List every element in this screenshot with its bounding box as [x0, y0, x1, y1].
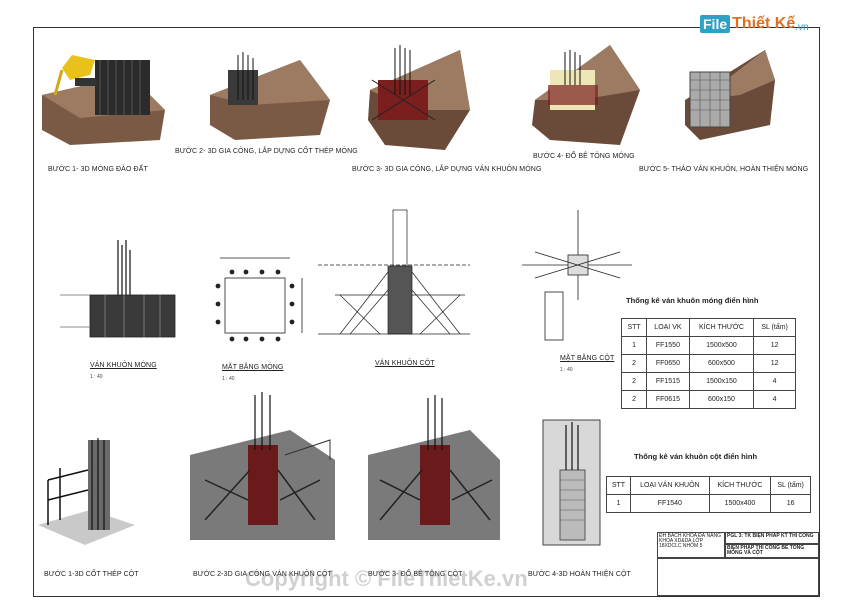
excavation-3d-illustration — [42, 55, 165, 145]
column-plan-caption: Mặt bằng cột — [560, 355, 615, 362]
title-block-drawing: BIỆN PHÁP THI CÔNG BÊ TÔNG MÓNG VÀ CỘT — [725, 544, 819, 558]
table-cell: 600x150 — [688, 390, 755, 409]
table-cell: 1 — [606, 494, 631, 513]
title-block-signatures — [657, 558, 819, 596]
table-cell: 600x500 — [688, 354, 755, 373]
table-cell: 2 — [620, 390, 648, 409]
footing-finish-3d-illustration — [685, 50, 775, 140]
table-cell: 12 — [753, 354, 796, 373]
column-step1-caption: Bước 1-3D cốt thép cột — [44, 571, 139, 578]
table-header-row: STT LOẠI VÁN KHUÔN KÍCH THƯỚC SL (tấm) — [606, 476, 811, 495]
table-cell: 1 — [620, 336, 648, 355]
column-formwork-caption: Ván khuôn cột — [375, 360, 435, 367]
footing-pour-3d-illustration — [532, 45, 640, 145]
column-table-title: Thống kê ván khuôn cột điển hình — [634, 452, 758, 461]
footing-plan-caption: Mặt bằng móng — [222, 364, 284, 371]
table-cell: 1500x500 — [688, 336, 755, 355]
table-cell: FF0650 — [646, 354, 690, 373]
footing-table-title: Thống kê ván khuôn móng điển hình — [626, 296, 759, 305]
table-row: 2 FF1515 1500x150 4 — [620, 372, 796, 391]
scale-label: 1 : 40 — [560, 367, 573, 373]
footing-rebar-3d-illustration — [210, 52, 330, 140]
column-step4-caption: Bước 4-3D hoàn thiện cột — [528, 571, 631, 578]
title-block-school: ĐH BÁCH KHOA ĐÀ NẴNG KHOA XD&DA LỚP 18XD… — [657, 532, 725, 558]
step2-caption: Bước 2- 3D gia công, lắp dựng cốt thép m… — [175, 148, 358, 155]
column-plan-drawing — [522, 210, 632, 341]
table-header-cell: LOẠI VK — [646, 318, 690, 337]
scale-label: 1 : 40 — [90, 374, 103, 380]
table-header-cell: STT — [606, 476, 631, 495]
scale-label: 1 : 40 — [222, 376, 235, 382]
step3-caption: Bước 3- 3D gia công, lắp dựng ván khuôn … — [352, 166, 542, 173]
footing-formwork-table: STT LOẠI VK KÍCH THƯỚC SL (tấm) 1 FF1550… — [620, 318, 796, 409]
table-header-row: STT LOẠI VK KÍCH THƯỚC SL (tấm) — [620, 318, 796, 337]
table-cell: FF1550 — [646, 336, 690, 355]
table-cell: 4 — [753, 372, 796, 391]
column-finish-3d-illustration — [542, 419, 601, 546]
title-block-project: PGL 3: TK BIỆN PHÁP KT THI CÔNG — [725, 532, 819, 544]
table-header-cell: LOẠI VÁN KHUÔN — [629, 476, 710, 495]
step1-caption: Bước 1- 3D móng đào đất — [48, 166, 148, 173]
column-formwork-table: STT LOẠI VÁN KHUÔN KÍCH THƯỚC SL (tấm) 1… — [606, 476, 811, 513]
column-formwork-3d-illustration — [190, 392, 335, 540]
footing-formwork-elevation — [60, 240, 176, 338]
table-row: 1 FF1550 1500x500 12 — [620, 336, 796, 355]
column-rebar-3d-illustration — [38, 438, 135, 545]
column-pour-3d-illustration — [368, 395, 500, 540]
table-cell: 2 — [620, 372, 648, 391]
table-header-cell: KÍCH THƯỚC — [708, 476, 772, 495]
table-cell: 16 — [770, 494, 811, 513]
table-row: 2 FF0615 600x150 4 — [620, 390, 796, 409]
table-cell: FF0615 — [646, 390, 690, 409]
footing-formwork-caption: Ván khuôn móng — [90, 362, 157, 369]
table-header-cell: SL (tấm) — [753, 318, 796, 337]
copyright-watermark: Copyright © FileThietKe.vn — [245, 566, 528, 591]
table-cell: FF1515 — [646, 372, 690, 391]
drawing-canvas — [38, 45, 775, 546]
table-header-cell: KÍCH THƯỚC — [688, 318, 755, 337]
title-block: ĐH BÁCH KHOA ĐÀ NẴNG KHOA XD&DA LỚP 18XD… — [657, 532, 819, 596]
footing-formwork-3d-illustration — [368, 45, 470, 150]
table-header-cell: STT — [620, 318, 648, 337]
table-row: 2 FF0650 600x500 12 — [620, 354, 796, 373]
table-row: 1 FF1540 1500x400 16 — [606, 494, 811, 513]
table-header-cell: SL (tấm) — [770, 476, 811, 495]
table-cell: 1500x400 — [708, 494, 772, 513]
footing-plan-drawing — [215, 257, 303, 342]
step4-caption: Bước 4- Đổ bê tông móng — [533, 153, 635, 160]
table-cell: 2 — [620, 354, 648, 373]
step5-caption: Bước 5- Tháo ván khuôn, hoàn thiện móng — [639, 166, 809, 173]
table-cell: FF1540 — [629, 494, 710, 513]
column-formwork-elevation — [318, 209, 470, 335]
table-cell: 12 — [753, 336, 796, 355]
table-cell: 1500x150 — [688, 372, 755, 391]
table-cell: 4 — [753, 390, 796, 409]
